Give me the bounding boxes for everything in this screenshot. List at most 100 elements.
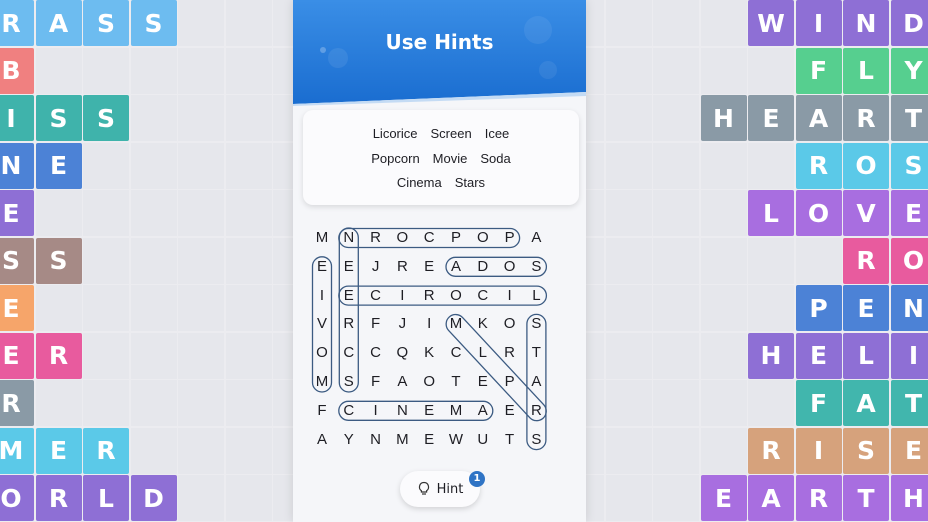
- board-empty-cell: [605, 95, 652, 141]
- grid-letter[interactable]: P: [498, 371, 522, 393]
- grid-letter[interactable]: R: [364, 227, 388, 249]
- grid-letter[interactable]: O: [498, 313, 522, 335]
- board-tile: E: [0, 190, 34, 236]
- grid-letter[interactable]: E: [337, 256, 361, 278]
- board-empty-cell: [700, 142, 747, 189]
- grid-letter[interactable]: N: [390, 400, 414, 422]
- board-tile: E: [843, 285, 889, 331]
- grid-letter[interactable]: M: [310, 371, 334, 393]
- grid-letter[interactable]: S: [524, 256, 548, 278]
- grid-letter[interactable]: M: [310, 227, 334, 249]
- grid-letter[interactable]: T: [498, 429, 522, 451]
- grid-letter[interactable]: A: [310, 429, 334, 451]
- board-empty-cell: [653, 142, 699, 189]
- grid-letter[interactable]: Y: [337, 429, 361, 451]
- grid-letter[interactable]: I: [417, 313, 441, 335]
- grid-letter[interactable]: E: [337, 285, 361, 307]
- board-tile: S: [35, 237, 82, 284]
- grid-letter[interactable]: J: [390, 313, 414, 335]
- board-empty-cell: [653, 332, 699, 379]
- hint-button[interactable]: Hint: [400, 471, 480, 507]
- grid-letter[interactable]: C: [471, 285, 495, 307]
- board-tile: R: [843, 237, 889, 284]
- grid-letter[interactable]: K: [417, 342, 441, 364]
- letter-grid[interactable]: MNROCPOPAEEJREADOSIECIROCILVRFJIMKOSOCCQ…: [293, 0, 586, 522]
- board-empty-cell: [225, 237, 272, 284]
- grid-letter[interactable]: K: [471, 313, 495, 335]
- grid-letter[interactable]: E: [417, 400, 441, 422]
- grid-letter[interactable]: E: [498, 400, 522, 422]
- grid-letter[interactable]: T: [524, 342, 548, 364]
- grid-letter[interactable]: O: [471, 227, 495, 249]
- grid-letter[interactable]: T: [444, 371, 468, 393]
- grid-letter[interactable]: L: [524, 285, 548, 307]
- grid-letter[interactable]: I: [498, 285, 522, 307]
- grid-letter[interactable]: V: [310, 313, 334, 335]
- grid-letter[interactable]: F: [310, 400, 334, 422]
- grid-letter[interactable]: C: [417, 227, 441, 249]
- grid-letter[interactable]: L: [471, 342, 495, 364]
- board-tile: A: [35, 0, 82, 46]
- grid-letter[interactable]: J: [364, 256, 388, 278]
- hint-count-badge: 1: [469, 471, 485, 487]
- grid-letter[interactable]: C: [364, 285, 388, 307]
- grid-letter[interactable]: C: [337, 342, 361, 364]
- grid-letter[interactable]: R: [524, 400, 548, 422]
- grid-letter[interactable]: A: [524, 227, 548, 249]
- board-empty-cell: [605, 475, 652, 521]
- board-empty-cell: [700, 237, 747, 284]
- grid-letter[interactable]: U: [471, 429, 495, 451]
- board-empty-cell: [225, 332, 272, 379]
- grid-letter[interactable]: P: [444, 227, 468, 249]
- found-word-outline: [338, 227, 359, 393]
- grid-letter[interactable]: E: [417, 256, 441, 278]
- grid-letter[interactable]: O: [498, 256, 522, 278]
- grid-letter[interactable]: E: [310, 256, 334, 278]
- grid-letter[interactable]: C: [444, 342, 468, 364]
- grid-letter[interactable]: F: [364, 371, 388, 393]
- grid-letter[interactable]: A: [444, 256, 468, 278]
- grid-letter[interactable]: E: [471, 371, 495, 393]
- board-empty-cell: [225, 47, 272, 94]
- grid-letter[interactable]: I: [364, 400, 388, 422]
- board-tile: R: [795, 142, 842, 189]
- grid-letter[interactable]: M: [444, 313, 468, 335]
- grid-letter[interactable]: R: [390, 256, 414, 278]
- board-empty-cell: [700, 0, 747, 46]
- board-empty-cell: [748, 380, 794, 426]
- grid-letter[interactable]: O: [310, 342, 334, 364]
- grid-letter[interactable]: S: [524, 429, 548, 451]
- grid-letter[interactable]: S: [337, 371, 361, 393]
- grid-letter[interactable]: A: [390, 371, 414, 393]
- grid-letter[interactable]: F: [364, 313, 388, 335]
- grid-letter[interactable]: N: [337, 227, 361, 249]
- grid-letter[interactable]: I: [310, 285, 334, 307]
- grid-letter[interactable]: O: [390, 227, 414, 249]
- grid-letter[interactable]: I: [390, 285, 414, 307]
- grid-letter[interactable]: W: [444, 429, 468, 451]
- grid-letter[interactable]: N: [364, 429, 388, 451]
- grid-letter[interactable]: P: [498, 227, 522, 249]
- grid-letter[interactable]: O: [417, 371, 441, 393]
- grid-letter[interactable]: R: [498, 342, 522, 364]
- grid-letter[interactable]: E: [417, 429, 441, 451]
- board-empty-cell: [748, 47, 794, 94]
- grid-letter[interactable]: R: [417, 285, 441, 307]
- grid-letter[interactable]: D: [471, 256, 495, 278]
- board-tile: N: [890, 285, 928, 331]
- grid-letter[interactable]: A: [471, 400, 495, 422]
- board-empty-cell: [130, 332, 177, 379]
- grid-letter[interactable]: R: [337, 313, 361, 335]
- grid-letter[interactable]: M: [444, 400, 468, 422]
- grid-letter[interactable]: C: [364, 342, 388, 364]
- board-empty-cell: [225, 380, 272, 426]
- board-tile: D: [130, 475, 177, 521]
- grid-letter[interactable]: O: [444, 285, 468, 307]
- grid-letter[interactable]: S: [524, 313, 548, 335]
- grid-letter[interactable]: M: [390, 429, 414, 451]
- board-empty-cell: [653, 237, 699, 284]
- grid-letter[interactable]: C: [337, 400, 361, 422]
- grid-letter[interactable]: A: [524, 371, 548, 393]
- board-tile: S: [83, 95, 129, 141]
- grid-letter[interactable]: Q: [390, 342, 414, 364]
